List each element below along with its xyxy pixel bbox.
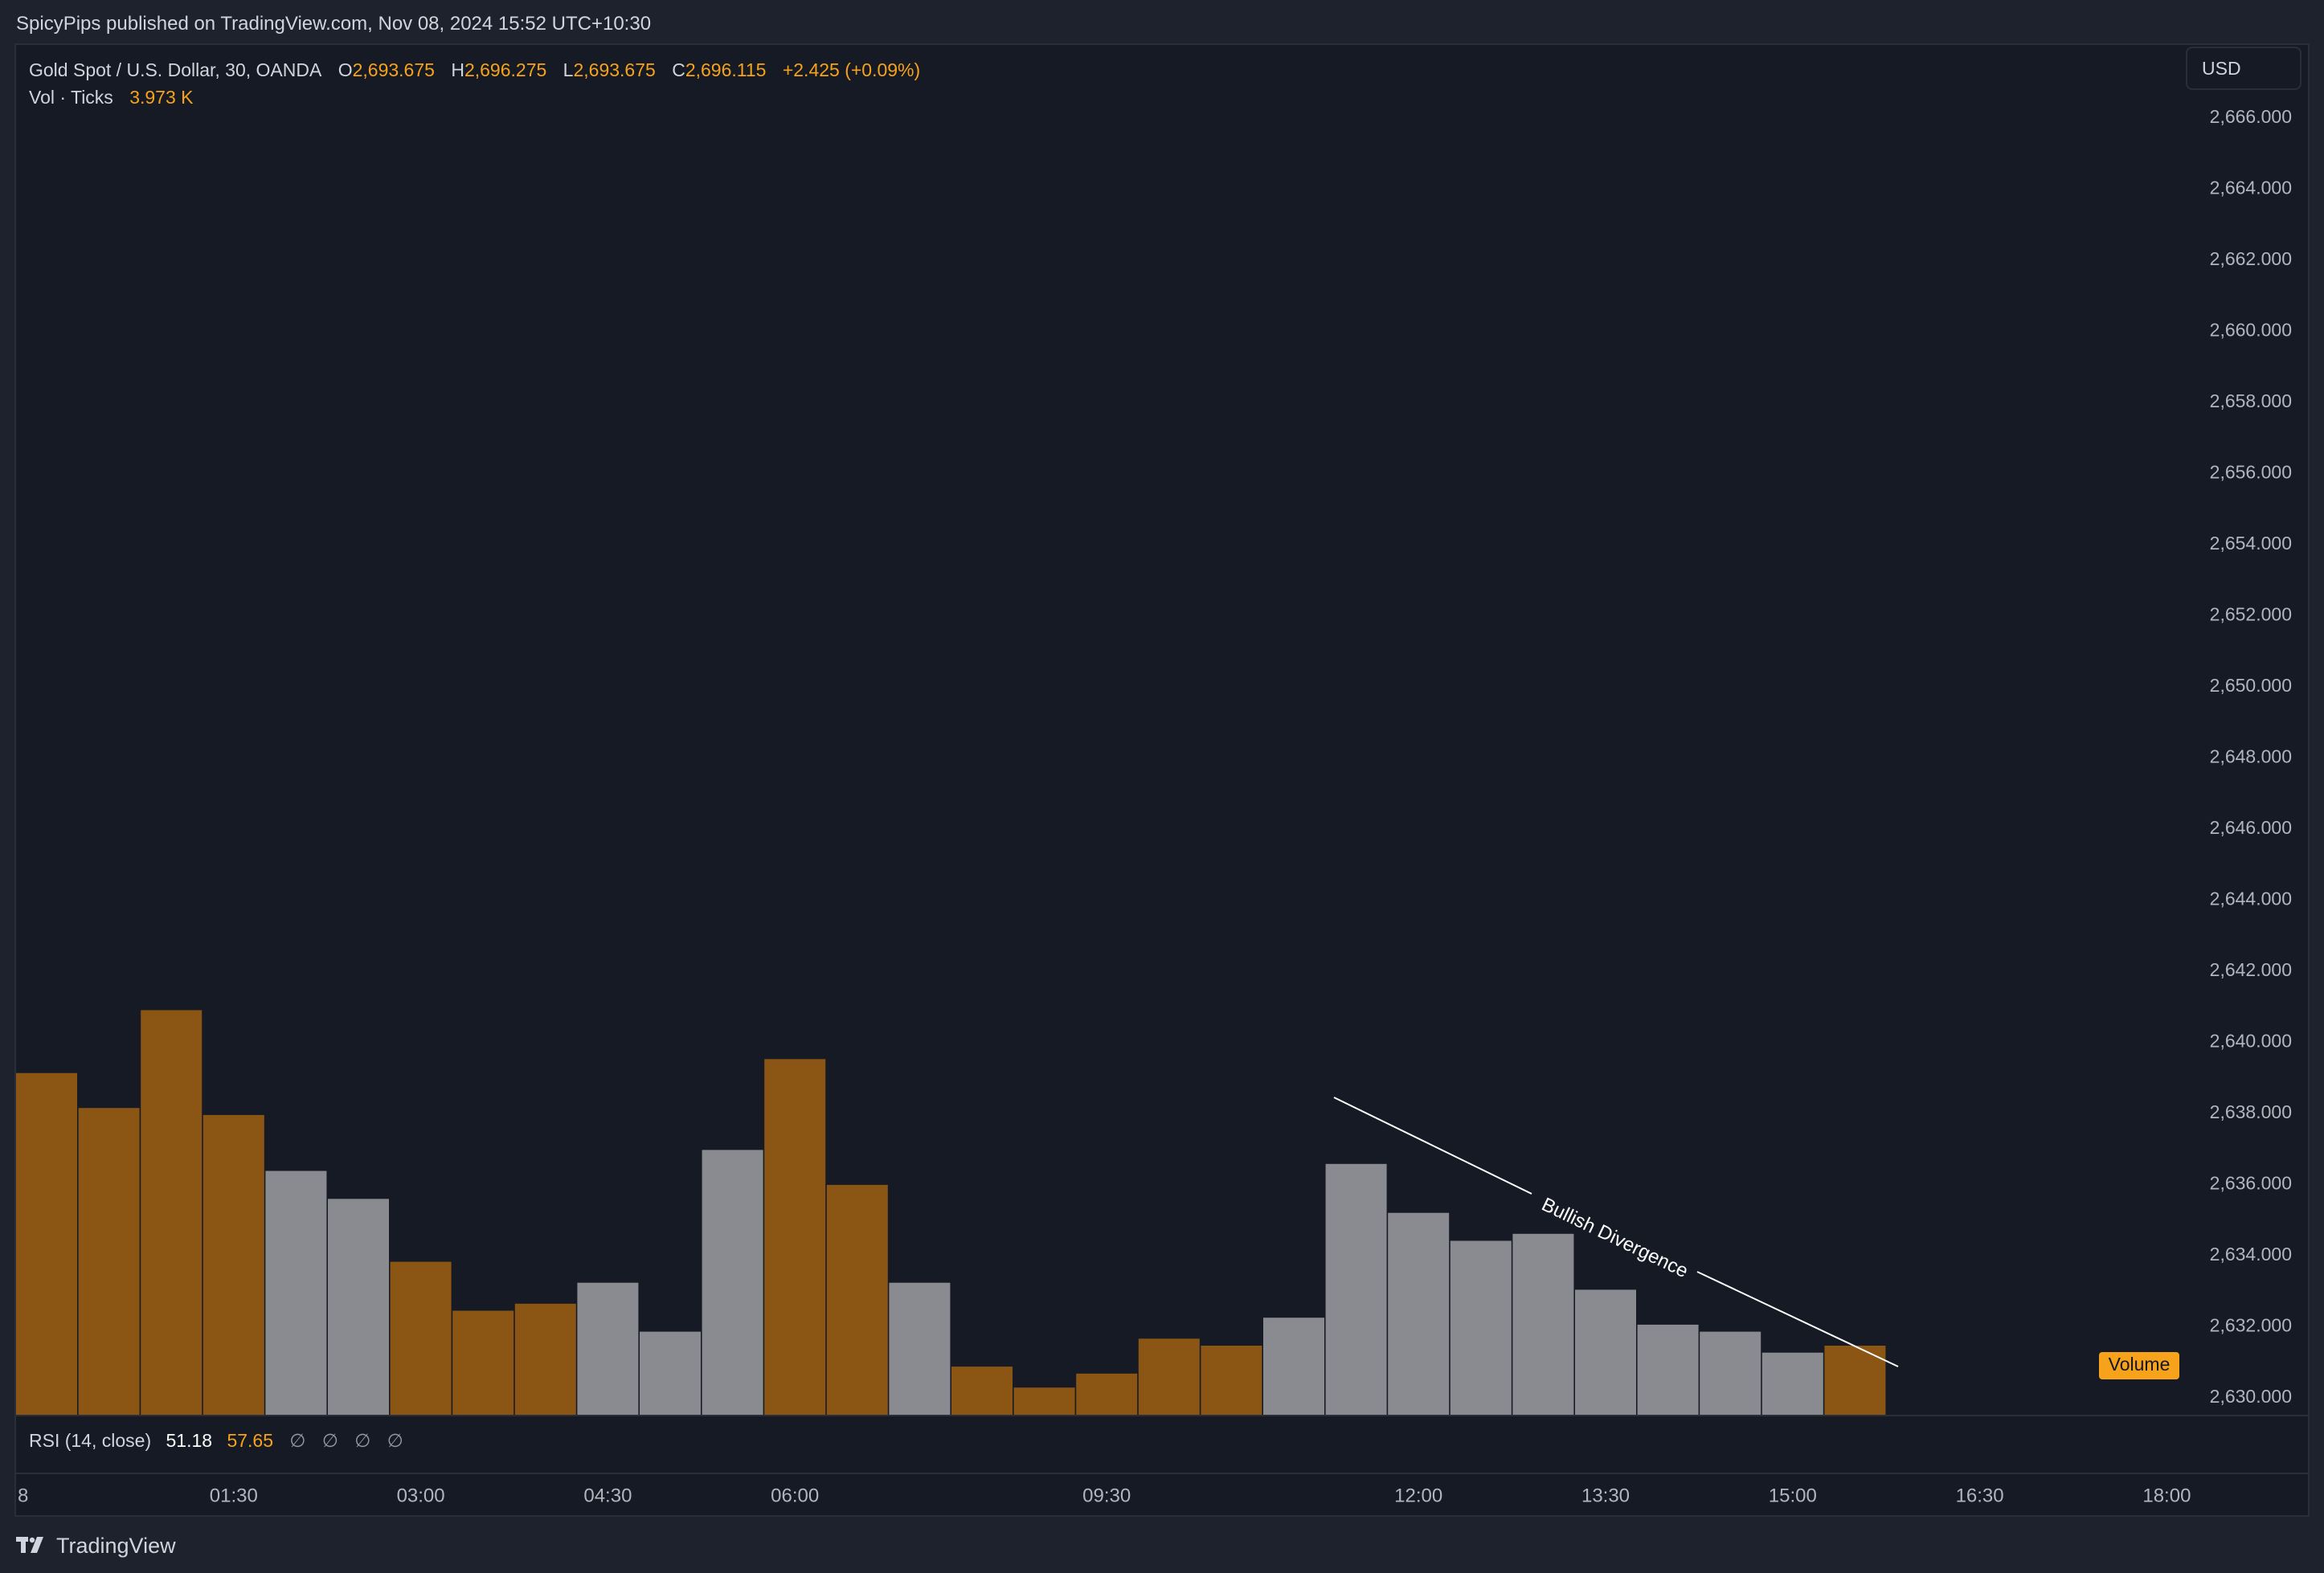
close-prefix: C [672, 59, 685, 80]
volume-bar[interactable] [78, 1108, 140, 1416]
open-value: 2,693.675 [352, 59, 435, 80]
volume-bar[interactable] [1637, 1324, 1699, 1416]
price-tick-label: 2,638.000 [2210, 1101, 2292, 1122]
volume-bar[interactable] [577, 1282, 639, 1416]
time-tick-label: 13:30 [1581, 1485, 1630, 1506]
chart-legend[interactable]: Gold Spot / U.S. Dollar, 30, OANDA O2,69… [29, 56, 920, 111]
currency-button[interactable]: USD [2186, 47, 2301, 90]
footer: TradingView [0, 1518, 2324, 1573]
price-tick-label: 2,632.000 [2210, 1315, 2292, 1336]
price-tick-label: 2,666.000 [2210, 106, 2292, 127]
volume-bar[interactable] [328, 1199, 389, 1416]
volume-tag-label: Volume [2109, 1354, 2171, 1375]
time-tick-label: 01:30 [210, 1485, 258, 1506]
tradingview-logo-icon[interactable] [16, 1537, 48, 1555]
volume-indicator-title[interactable]: Vol · Ticks [29, 87, 113, 108]
time-tick-label: 03:00 [397, 1485, 445, 1506]
volume-bar[interactable] [764, 1059, 826, 1416]
volume-bar[interactable] [1512, 1233, 1574, 1416]
volume-bar[interactable] [1325, 1163, 1387, 1416]
rsi-na-value: ∅ [321, 1430, 338, 1451]
volume-bar[interactable] [1201, 1346, 1262, 1416]
volume-bar[interactable] [889, 1282, 951, 1416]
volume-bar[interactable] [452, 1310, 514, 1416]
volume-bar[interactable] [1575, 1289, 1636, 1416]
volume-bar[interactable] [826, 1184, 888, 1416]
rsi-legend[interactable]: RSI (14, close) 51.18 57.65 ∅ ∅ ∅ ∅ [29, 1430, 403, 1452]
volume-bars [16, 1010, 1886, 1416]
high-value: 2,696.275 [464, 59, 547, 80]
volume-bar[interactable] [1013, 1387, 1075, 1416]
price-tick-label: 2,648.000 [2210, 746, 2292, 767]
change-value: +2.425 (+0.09%) [782, 59, 921, 80]
open-prefix: O [338, 59, 353, 80]
close-value: 2,696.115 [685, 59, 767, 80]
price-tick-label: 2,656.000 [2210, 462, 2292, 483]
volume-bar[interactable] [1700, 1331, 1761, 1416]
rsi-na-value: ∅ [289, 1430, 306, 1451]
price-tick-label: 2,654.000 [2210, 533, 2292, 554]
volume-bar[interactable] [1761, 1352, 1823, 1416]
time-tick-label: 06:00 [771, 1485, 819, 1506]
volume-bar[interactable] [141, 1010, 203, 1416]
volume-bar[interactable] [951, 1367, 1013, 1416]
rsi-value: 51.18 [166, 1430, 213, 1451]
price-tick-label: 2,662.000 [2210, 248, 2292, 269]
time-tick-label: 8 [18, 1485, 28, 1506]
volume-bar[interactable] [390, 1261, 452, 1416]
rsi-title[interactable]: RSI (14, close) [29, 1430, 151, 1451]
price-tick-label: 2,650.000 [2210, 675, 2292, 696]
brand-name[interactable]: TradingView [56, 1534, 176, 1559]
price-tick-label: 2,664.000 [2210, 178, 2292, 198]
price-tick-label: 2,640.000 [2210, 1031, 2292, 1052]
time-tick-label: 18:00 [2142, 1485, 2191, 1506]
volume-bar[interactable] [1076, 1373, 1138, 1416]
price-tick-label: 2,630.000 [2210, 1386, 2292, 1407]
volume-legend-row[interactable]: Vol · Ticks 3.973 K [29, 84, 920, 111]
price-axis: 2,666.000 2,664.000 2,662.000 2,660.000 2,65… [2210, 106, 2292, 1407]
time-tick-label: 09:30 [1082, 1485, 1131, 1506]
rsi-na-value: ∅ [387, 1430, 403, 1451]
symbol-legend-row[interactable]: Gold Spot / U.S. Dollar, 30, OANDA O2,69… [29, 56, 920, 84]
volume-bar[interactable] [1388, 1212, 1450, 1416]
price-tick-label: 2,636.000 [2210, 1173, 2292, 1194]
price-tick-label: 2,644.000 [2210, 889, 2292, 909]
time-tick-label: 04:30 [583, 1485, 632, 1506]
low-prefix: L [563, 59, 574, 80]
rsi-na-value: ∅ [354, 1430, 371, 1451]
volume-indicator-value: 3.973 K [129, 87, 194, 108]
symbol-title[interactable]: Gold Spot / U.S. Dollar, 30, OANDA [29, 59, 321, 80]
volume-bar[interactable] [203, 1114, 264, 1416]
price-tick-label: 2,634.000 [2210, 1244, 2292, 1265]
volume-bar[interactable] [16, 1072, 77, 1416]
chart-canvas[interactable]: 2,666.000 2,664.000 2,662.000 2,660.000 2,65… [0, 0, 2324, 1573]
volume-bar[interactable] [1138, 1338, 1200, 1416]
price-tick-label: 2,658.000 [2210, 390, 2292, 411]
low-value: 2,693.675 [573, 59, 656, 80]
volume-bar[interactable] [702, 1150, 763, 1416]
volume-tag: Volume [2099, 1352, 2179, 1379]
price-tick-label: 2,646.000 [2210, 817, 2292, 838]
price-tick-label: 2,660.000 [2210, 320, 2292, 341]
time-tick-label: 16:30 [1956, 1485, 2004, 1506]
price-tick-label: 2,652.000 [2210, 604, 2292, 625]
high-prefix: H [451, 59, 464, 80]
volume-bar[interactable] [1450, 1240, 1512, 1416]
time-tick-label: 12:00 [1394, 1485, 1442, 1506]
price-tick-label: 2,642.000 [2210, 959, 2292, 980]
time-tick-label: 15:00 [1769, 1485, 1817, 1506]
volume-bar[interactable] [640, 1331, 701, 1416]
volume-bar[interactable] [1263, 1318, 1324, 1416]
volume-bar[interactable] [265, 1171, 327, 1416]
rsi-ma-value: 57.65 [227, 1430, 274, 1451]
volume-bar[interactable] [514, 1303, 576, 1416]
time-axis: 8 01:30 03:00 04:30 06:00 09:30 12:00 13:30 15:0… [18, 1485, 2191, 1506]
